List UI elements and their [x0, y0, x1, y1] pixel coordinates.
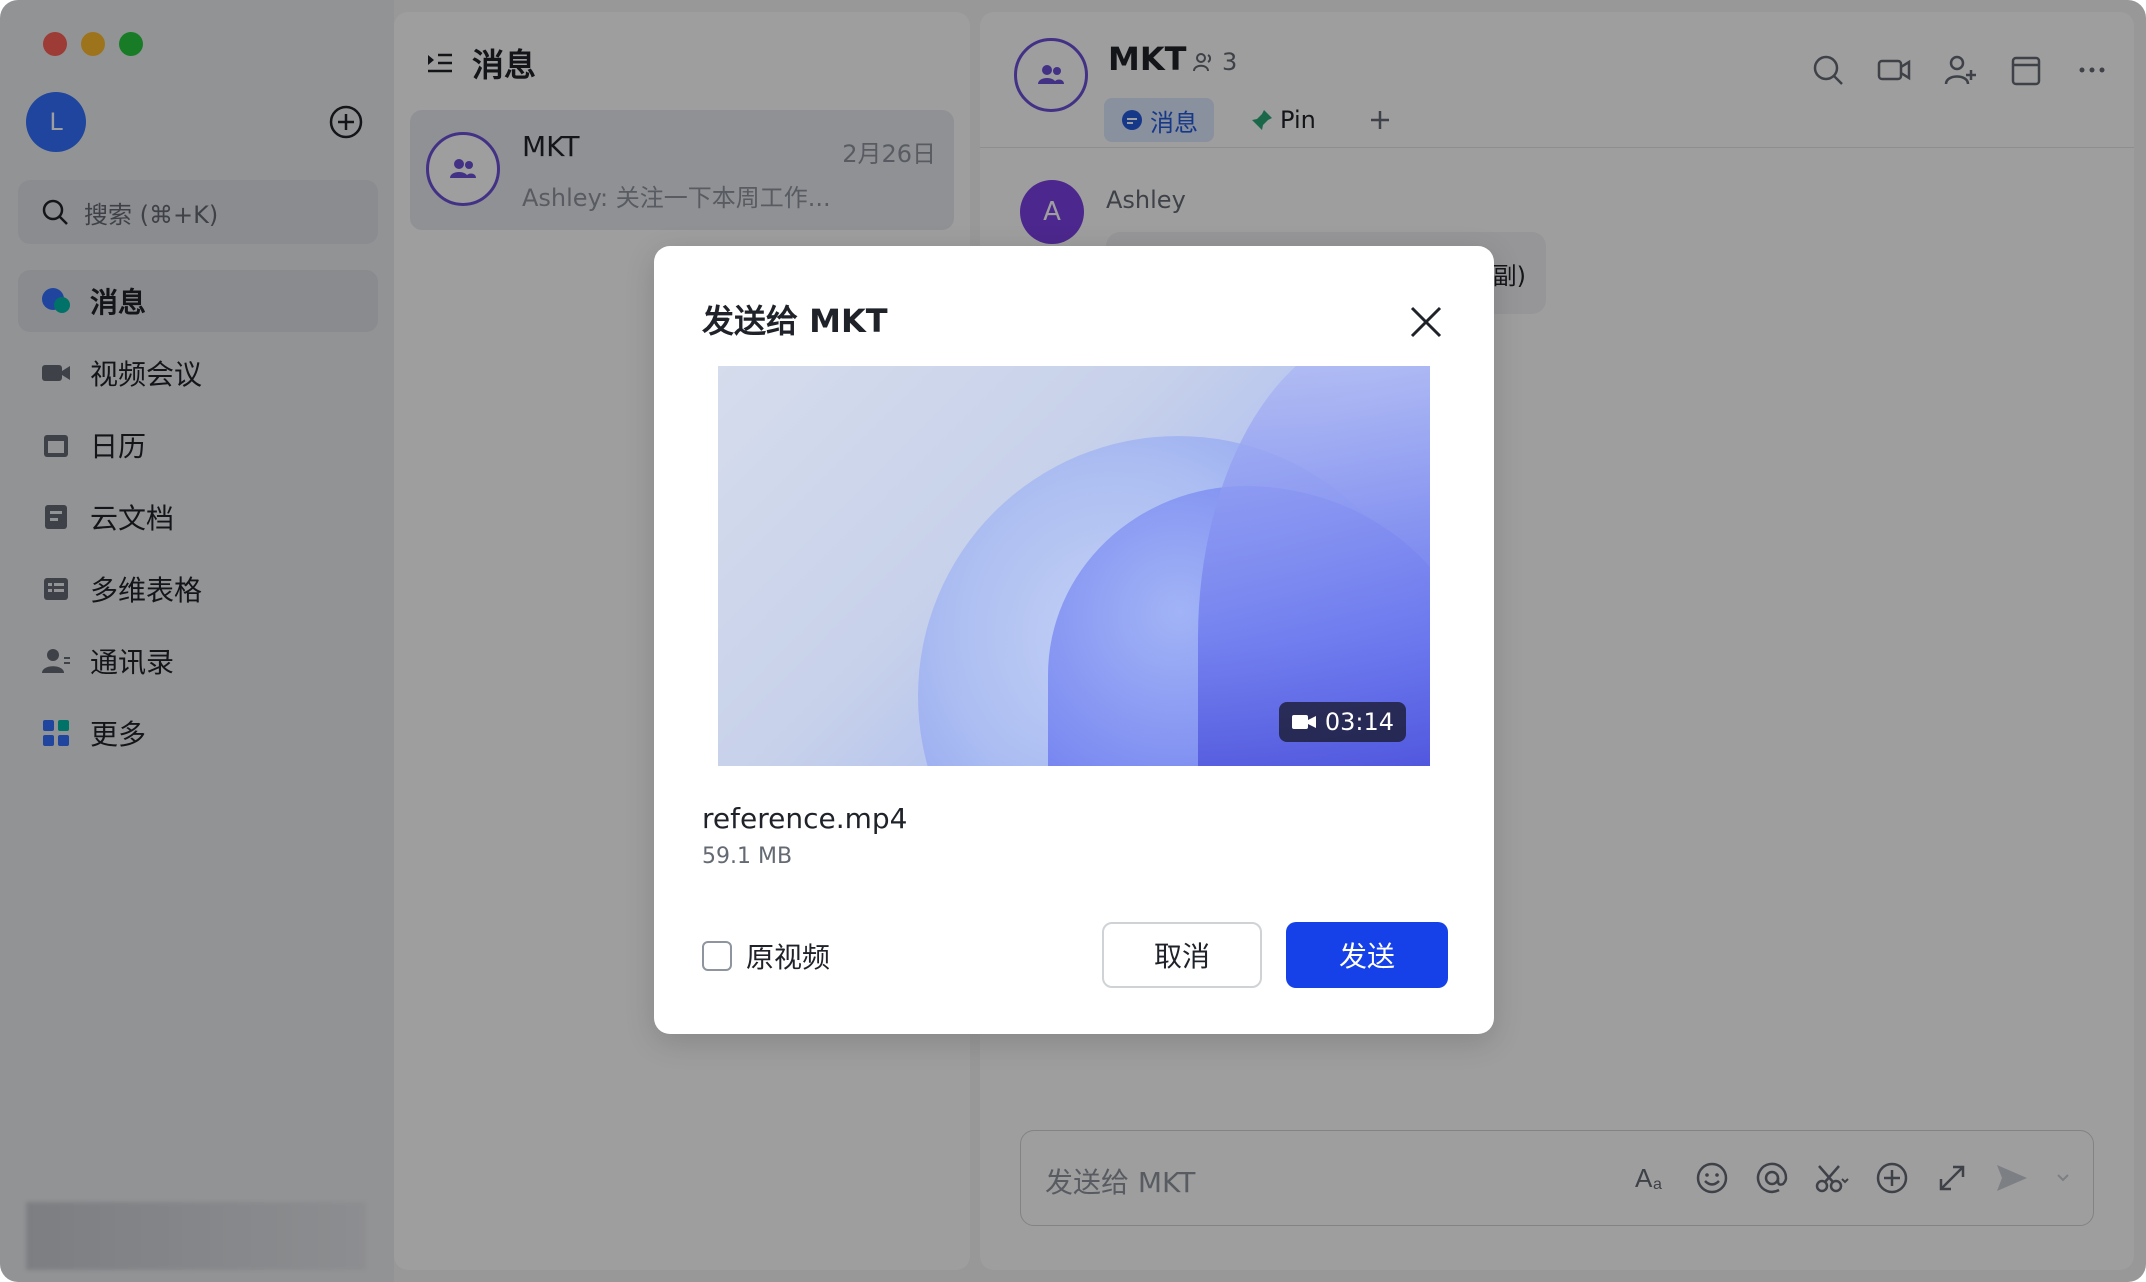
file-size: 59.1 MB	[702, 844, 793, 869]
video-duration-badge: 03:14	[1278, 702, 1406, 742]
send-button[interactable]: 发送	[1286, 922, 1448, 988]
original-video-option[interactable]: 原视频	[702, 936, 830, 976]
video-duration: 03:14	[1324, 708, 1394, 736]
file-name: reference.mp4	[702, 802, 908, 835]
video-preview[interactable]: 03:14	[718, 366, 1430, 766]
close-icon[interactable]	[1406, 302, 1446, 342]
video-camera-icon	[1291, 715, 1316, 729]
dialog-title: 发送给 MKT	[702, 302, 888, 340]
app-window: L 搜索 (⌘+K) 消息 视频会议 日历 云文档 多维表格 通讯录 更多 消息…	[0, 0, 2146, 1282]
cancel-button[interactable]: 取消	[1102, 922, 1262, 988]
original-video-label: 原视频	[746, 941, 831, 974]
send-video-dialog: 发送给 MKT 03:14 reference.mp4 59.1 MB 原视频 …	[654, 246, 1494, 1034]
original-video-checkbox[interactable]	[702, 941, 732, 971]
